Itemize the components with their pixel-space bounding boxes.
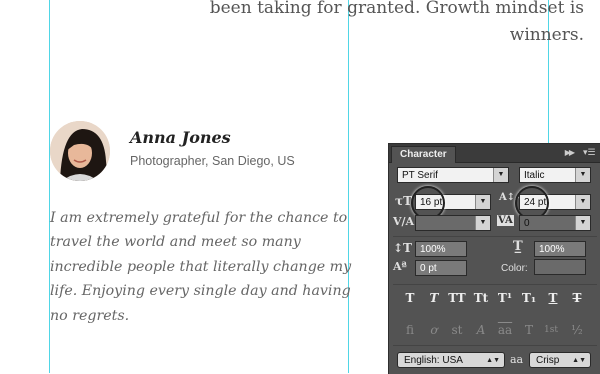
antialias-select[interactable]: Crisp ▲▼	[529, 352, 591, 368]
avatar	[50, 121, 110, 181]
testimonial-quote: I am extremely grateful for the chance t…	[50, 210, 352, 324]
small-caps-button[interactable]: Tt	[472, 290, 490, 306]
titling-alternates-button[interactable]: T	[520, 322, 538, 338]
body-text-line-1: been taking for granted. Growth mindset …	[209, 0, 584, 18]
faux-italic-button[interactable]: T	[425, 290, 443, 306]
profile-name: Anna Jones	[130, 128, 231, 147]
all-caps-button[interactable]: TT	[448, 290, 466, 306]
kerning-icon: V/A	[393, 215, 415, 228]
fractions-button[interactable]: ½	[568, 322, 586, 338]
antialias-label: aa	[510, 353, 524, 366]
character-panel: Character ▶▶ ▾☰ PT Serif ▼ Italic ▼ τT 1…	[388, 143, 600, 374]
horizontal-scale-field[interactable]: 100%	[534, 241, 586, 257]
faux-bold-button[interactable]: T	[401, 290, 419, 306]
tracking-value: 0	[524, 218, 530, 229]
vertical-scale-icon: ↕T	[393, 241, 412, 255]
font-size-icon: τT	[395, 194, 413, 208]
tab-character[interactable]: Character	[391, 146, 456, 163]
divider	[393, 236, 597, 237]
chevron-down-icon: ▼	[493, 168, 508, 182]
profile-role: Photographer, San Diego, US	[130, 154, 295, 168]
tracking-field[interactable]: 0 ▼	[519, 215, 591, 231]
underline-button[interactable]: T	[544, 290, 562, 306]
contextual-alternates-button[interactable]: ơ	[425, 322, 443, 338]
language-value: English: USA	[404, 355, 463, 366]
updown-icon: ▲▼	[486, 357, 500, 364]
divider	[393, 284, 597, 285]
chevron-down-icon: ▼	[475, 195, 490, 209]
color-swatch[interactable]	[534, 259, 586, 275]
baseline-shift-icon: Aª	[393, 260, 407, 273]
tracking-icon: VA	[497, 215, 514, 226]
horizontal-scale-icon: T̲	[513, 239, 523, 254]
chevron-down-icon: ▼	[575, 168, 590, 182]
chevron-down-icon: ▼	[575, 216, 590, 230]
stylistic-alternates-button[interactable]: aa	[496, 322, 514, 338]
font-family-value: PT Serif	[402, 170, 438, 181]
superscript-button[interactable]: T¹	[496, 290, 514, 306]
color-label: Color:	[501, 263, 528, 274]
antialias-value: Crisp	[536, 355, 560, 366]
font-family-select[interactable]: PT Serif ▼	[397, 167, 509, 183]
baseline-shift-value: 0 pt	[420, 263, 437, 274]
font-style-select[interactable]: Italic ▼	[519, 167, 591, 183]
discretionary-ligatures-button[interactable]: st	[448, 322, 466, 338]
ordinals-button[interactable]: 1st	[542, 322, 560, 338]
vertical-scale-value: 100%	[420, 244, 446, 255]
collapse-icon[interactable]: ▶▶	[565, 148, 575, 157]
chevron-down-icon: ▼	[475, 216, 490, 230]
panel-header: Character ▶▶ ▾☰	[389, 144, 600, 163]
swash-button[interactable]: A	[472, 322, 490, 338]
chevron-down-icon: ▼	[575, 195, 590, 209]
strikethrough-button[interactable]: T	[568, 290, 586, 306]
baseline-shift-field[interactable]: 0 pt	[415, 260, 467, 276]
vertical-scale-field[interactable]: 100%	[415, 241, 467, 257]
divider	[393, 345, 597, 346]
font-style-value: Italic	[524, 170, 545, 181]
kerning-field[interactable]: ▼	[415, 215, 491, 231]
updown-icon: ▲▼	[572, 357, 586, 364]
body-text-line-2: winners.	[509, 25, 584, 45]
ligatures-button[interactable]: fi	[401, 322, 419, 338]
subscript-button[interactable]: T₁	[520, 290, 538, 306]
horizontal-scale-value: 100%	[539, 244, 565, 255]
panel-menu-icon[interactable]: ▾☰	[583, 147, 597, 157]
language-select[interactable]: English: USA ▲▼	[397, 352, 505, 368]
